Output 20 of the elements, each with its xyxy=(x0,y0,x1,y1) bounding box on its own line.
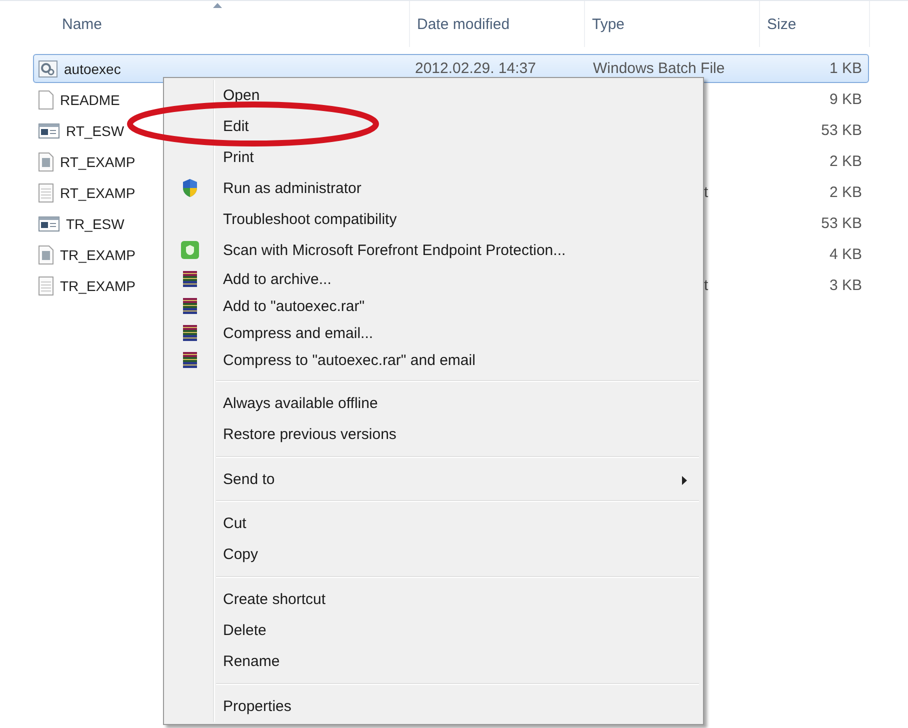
file-size: 3 KB xyxy=(828,277,863,294)
file-type: t xyxy=(704,184,708,200)
file-name: RT_ESW xyxy=(66,122,124,138)
file-type: Windows Batch File xyxy=(593,60,725,76)
file-size: 53 KB xyxy=(820,215,863,232)
file-type: t xyxy=(704,276,708,294)
file-size: 2 KB xyxy=(828,153,863,170)
file-size: 1 KB xyxy=(828,60,863,77)
file-size: 4 KB xyxy=(828,246,863,263)
file-name: TR_ESW xyxy=(66,216,124,232)
file-name: autoexec xyxy=(64,60,121,76)
file-name: TR_EXAMP xyxy=(60,246,136,262)
file-size: 2 KB xyxy=(828,184,863,201)
file-name: RT_EXAMP xyxy=(60,154,136,170)
file-size: 9 KB xyxy=(828,91,863,108)
file-name: TR_EXAMP xyxy=(60,278,136,294)
file-name: README xyxy=(60,92,120,108)
date-modified: 2012.02.29. 14:37 xyxy=(414,60,536,76)
file-size: 53 KB xyxy=(820,122,863,139)
file-name: RT_EXAMP xyxy=(60,184,136,200)
